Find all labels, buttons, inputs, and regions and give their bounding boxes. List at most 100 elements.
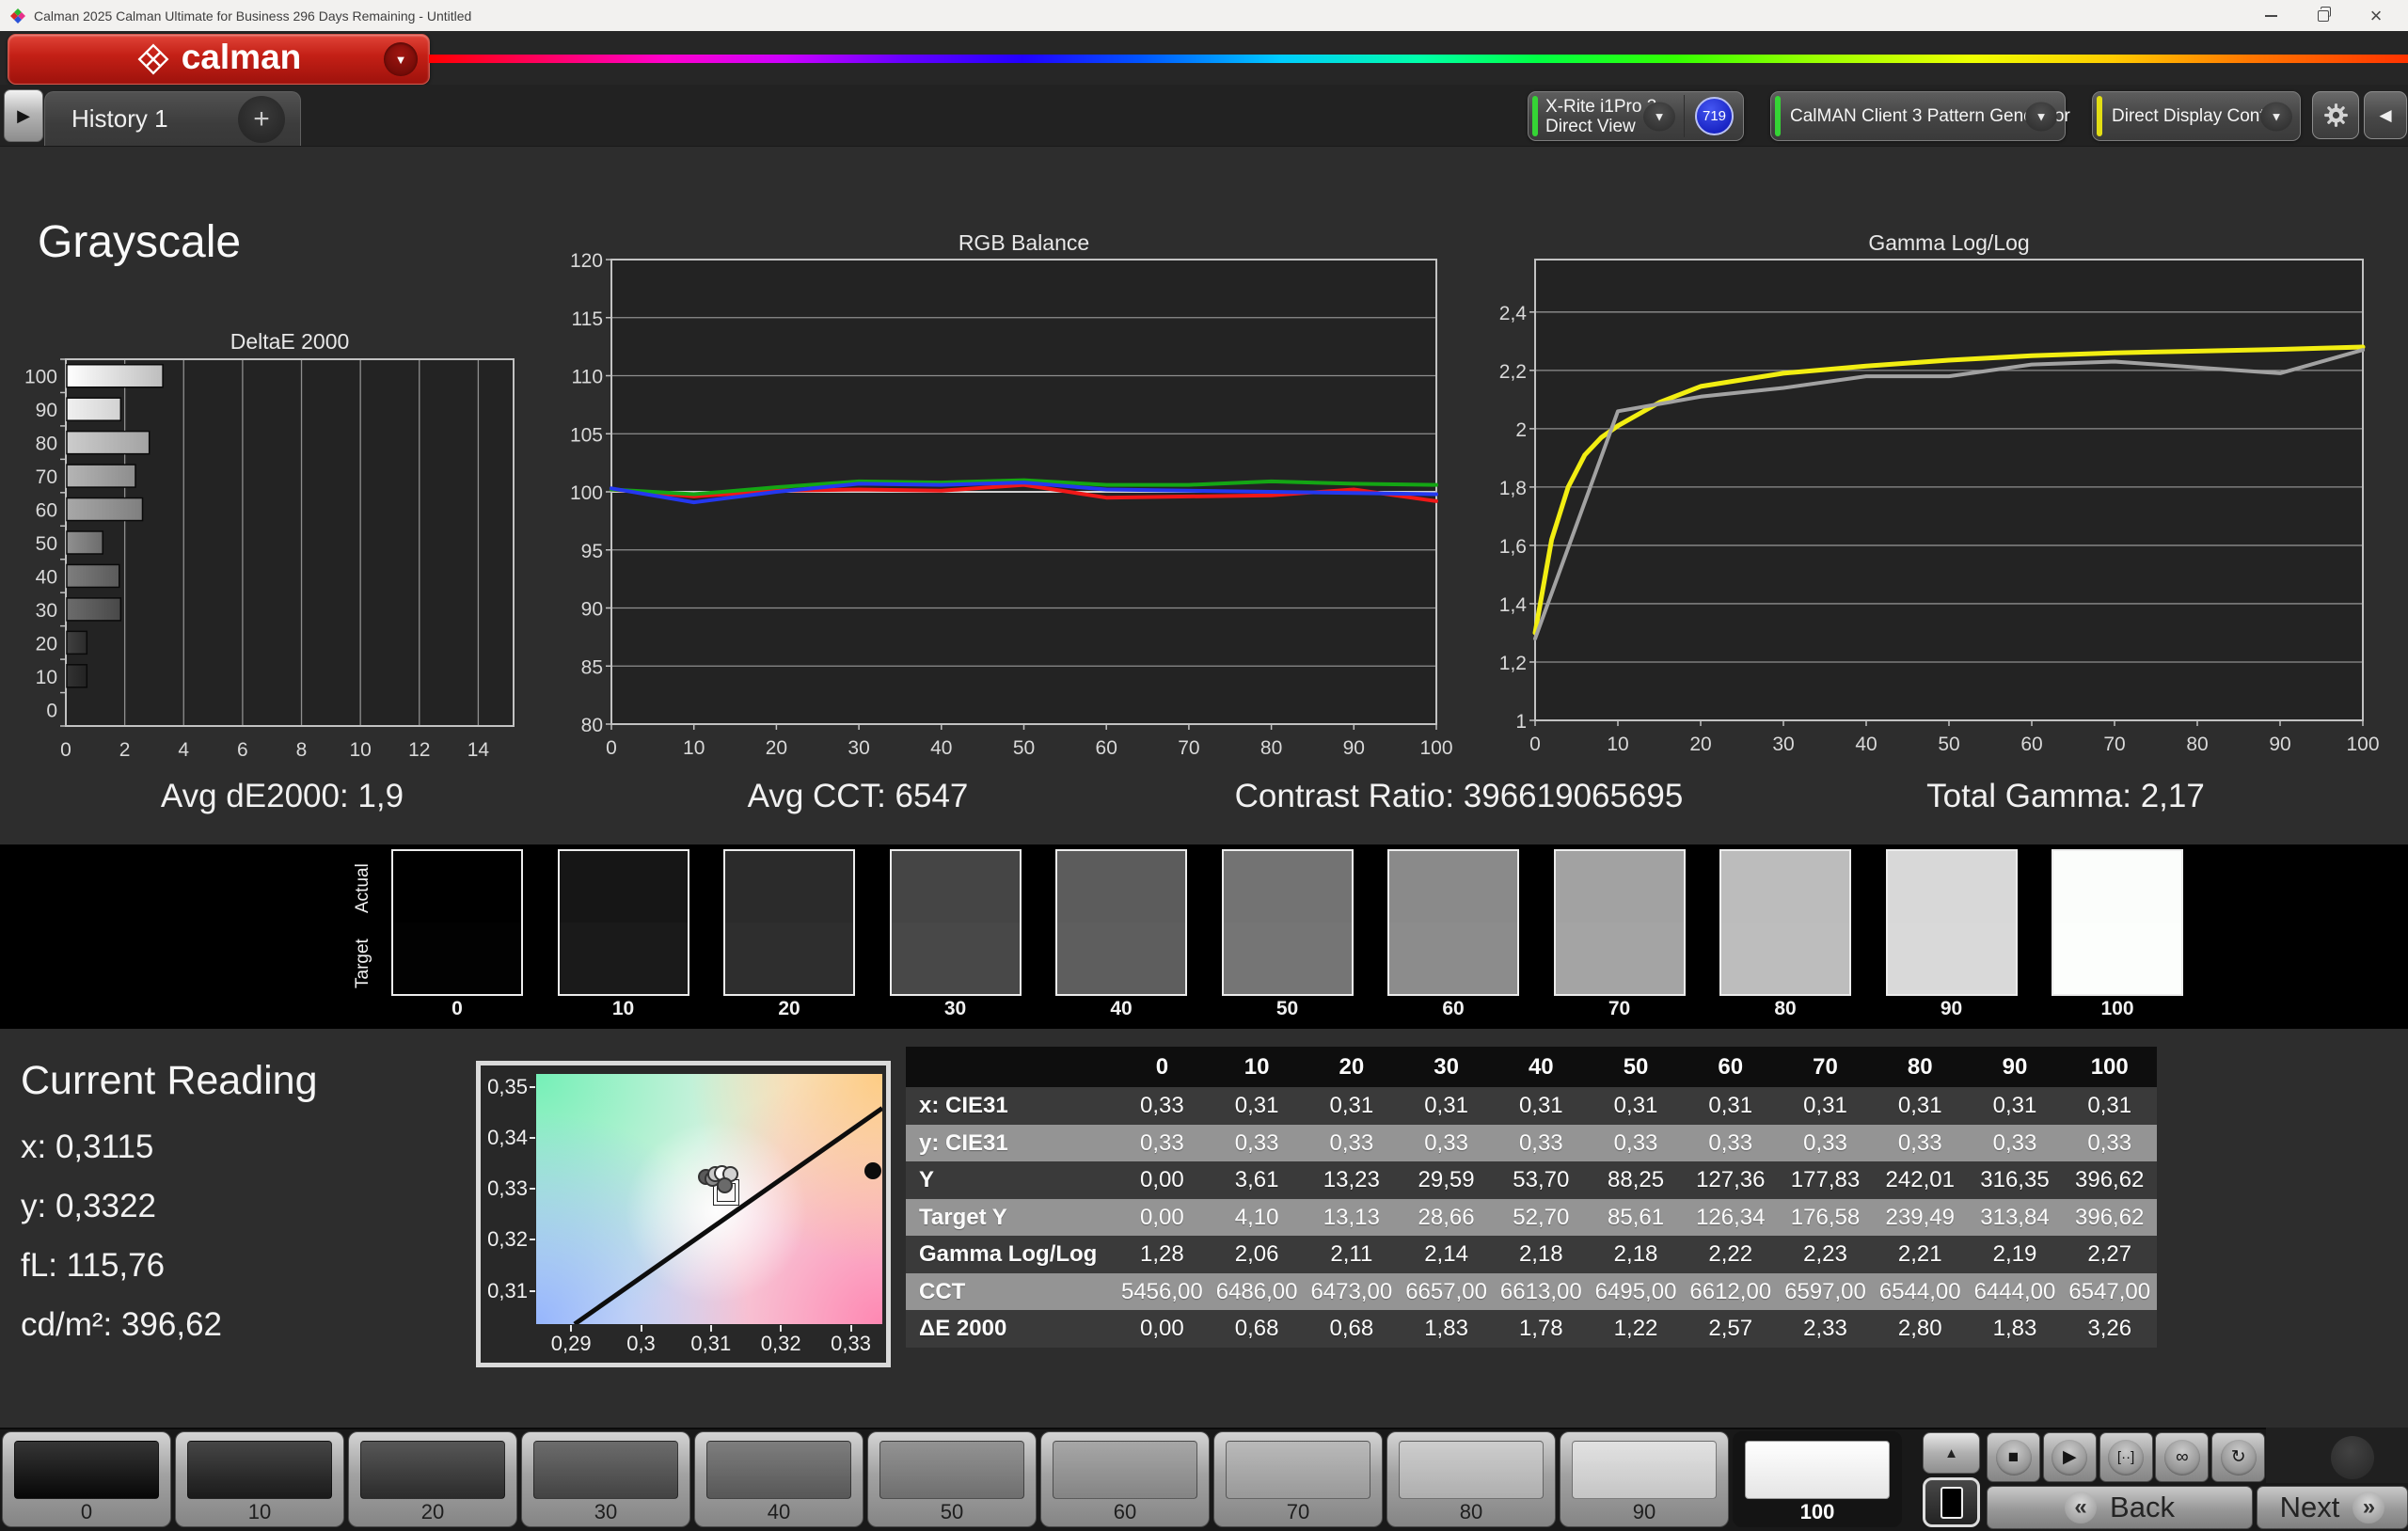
swatch-level-label: 90	[1886, 998, 2018, 1020]
gray-level-button-50[interactable]: 50	[867, 1431, 1037, 1527]
table-cell: 6547,00	[2062, 1273, 2157, 1311]
deltae-y-tick: 60	[36, 500, 57, 522]
step-button[interactable]: [··]	[2099, 1432, 2153, 1482]
level-label: 20	[349, 1500, 516, 1524]
gray-level-button-80[interactable]: 80	[1386, 1431, 1556, 1527]
settings-button[interactable]	[2312, 91, 2359, 139]
svg-text:90: 90	[1343, 737, 1365, 759]
svg-text:20: 20	[1689, 734, 1711, 755]
gray-level-button-20[interactable]: 20	[348, 1431, 517, 1527]
close-button[interactable]: ×	[2350, 0, 2402, 31]
stat-contrast-ratio: Contrast Ratio: 396619065695	[1235, 778, 1684, 815]
svg-text:2,4: 2,4	[1499, 303, 1528, 324]
gray-level-button-30[interactable]: 30	[521, 1431, 690, 1527]
table-cell: 2,21	[1873, 1236, 1968, 1273]
reading-cdm2: cd/m²: 396,62	[21, 1306, 222, 1344]
gray-level-button-40[interactable]: 40	[694, 1431, 863, 1527]
cie-x-tick: 0,32	[748, 1332, 814, 1356]
table-cell: 0,33	[1399, 1125, 1494, 1162]
grayscale-swatch-80	[1719, 849, 1851, 996]
grayscale-swatch-60	[1387, 849, 1519, 996]
panel-up-button[interactable]: ▲	[1923, 1432, 1980, 1474]
tab-history-1[interactable]: History 1 +	[44, 91, 301, 146]
swatch-level-label: 20	[723, 998, 855, 1020]
cie-y-tick: 0,34	[483, 1126, 528, 1150]
meter-dropdown[interactable]: X-Rite i1Pro 3 Direct View ▼ 719	[1528, 91, 1744, 141]
stop-button[interactable]: ■	[1987, 1432, 2040, 1482]
gray-level-button-100[interactable]: 100	[1733, 1431, 1902, 1527]
back-button[interactable]: « Back	[1987, 1486, 2253, 1529]
gray-level-button-0[interactable]: 0	[2, 1431, 171, 1527]
table-cell: 1,28	[1115, 1236, 1210, 1273]
rgb-balance-chart: 1201151101051009590858001020304050607080…	[564, 254, 1449, 766]
stat-avg-cct: Avg CCT: 6547	[748, 778, 969, 815]
gray-level-button-90[interactable]: 90	[1560, 1431, 1729, 1527]
actual-patch	[1224, 851, 1352, 923]
measured-point	[717, 1177, 733, 1193]
gray-level-button-70[interactable]: 70	[1213, 1431, 1383, 1527]
pattern-generator-dropdown[interactable]: CalMAN Client 3 Pattern Generator ▼	[1770, 91, 2066, 141]
calman-menu-button[interactable]: calman ▼	[8, 34, 430, 85]
next-label: Next	[2280, 1491, 2340, 1524]
table-cell: 6657,00	[1399, 1273, 1494, 1311]
row-label: Y	[906, 1161, 1115, 1199]
pattern-window-button[interactable]	[1923, 1477, 1980, 1527]
target-patch	[1057, 923, 1185, 994]
svg-text:2,2: 2,2	[1499, 361, 1527, 383]
add-tab-button[interactable]: +	[238, 96, 285, 143]
refresh-button[interactable]: ↻	[2211, 1432, 2265, 1482]
table-cell: 2,23	[1778, 1236, 1873, 1273]
level-label: 40	[695, 1500, 863, 1524]
sidebar-expand-button[interactable]: ▶	[4, 89, 43, 142]
page-title: Grayscale	[38, 216, 241, 268]
table-cell: 88,25	[1589, 1161, 1684, 1199]
svg-text:80: 80	[2186, 734, 2208, 755]
deltae-bar-100	[67, 365, 163, 387]
minimize-button[interactable]	[2244, 0, 2297, 31]
svg-text:30: 30	[848, 737, 869, 759]
svg-text:10: 10	[1607, 734, 1628, 755]
gray-level-button-60[interactable]: 60	[1040, 1431, 1210, 1527]
svg-text:2: 2	[1515, 419, 1527, 441]
table-cell: 2,14	[1399, 1236, 1494, 1273]
svg-text:1,8: 1,8	[1499, 478, 1527, 499]
brand-menu-chevron-icon[interactable]: ▼	[384, 42, 418, 76]
gamma-chart: 2,42,221,81,61,41,2101020304050607080901…	[1494, 254, 2399, 766]
deltae-y-tick: 10	[36, 667, 57, 688]
table-col-header: 50	[1589, 1047, 1684, 1087]
deltae-bar-50	[67, 531, 103, 554]
svg-text:80: 80	[1260, 737, 1282, 759]
grayscale-swatch-90	[1886, 849, 2018, 996]
divider	[1684, 95, 1685, 137]
table-col-header: 60	[1683, 1047, 1778, 1087]
display-control-dropdown[interactable]: Direct Display Control ▼	[2092, 91, 2301, 141]
actual-patch	[1721, 851, 1849, 923]
next-button[interactable]: Next »	[2257, 1486, 2408, 1529]
svg-text:90: 90	[2269, 734, 2290, 755]
level-label: 0	[3, 1500, 170, 1524]
actual-patch	[1057, 851, 1185, 923]
table-cell: 6473,00	[1304, 1273, 1399, 1311]
table-cell: 1,78	[1494, 1310, 1589, 1348]
tick-mark	[641, 1325, 642, 1332]
table-cell: 0,68	[1210, 1310, 1305, 1348]
level-swatch	[1226, 1441, 1370, 1499]
table-row: y: CIE310,330,330,330,330,330,330,330,33…	[906, 1125, 2157, 1162]
table-cell: 0,33	[2062, 1125, 2157, 1162]
grayscale-swatch-0	[391, 849, 523, 996]
level-label: 90	[1560, 1500, 1728, 1524]
grayscale-swatch-70	[1554, 849, 1686, 996]
table-header-row: 0102030405060708090100	[906, 1047, 2157, 1087]
restore-button[interactable]	[2297, 0, 2350, 31]
play-button[interactable]: ▶	[2043, 1432, 2097, 1482]
table-col-header: 80	[1873, 1047, 1968, 1087]
table-cell: 2,22	[1683, 1236, 1778, 1273]
table-cell: 0,31	[1778, 1087, 1873, 1125]
table-cell: 2,33	[1778, 1310, 1873, 1348]
gray-level-button-10[interactable]: 10	[175, 1431, 344, 1527]
continuous-button[interactable]: ∞	[2155, 1432, 2209, 1482]
table-cell: 2,06	[1210, 1236, 1305, 1273]
collapse-panel-button[interactable]: ◀	[2364, 91, 2407, 139]
level-swatch	[533, 1441, 678, 1499]
stat-avg-de2000: Avg dE2000: 1,9	[161, 778, 404, 815]
